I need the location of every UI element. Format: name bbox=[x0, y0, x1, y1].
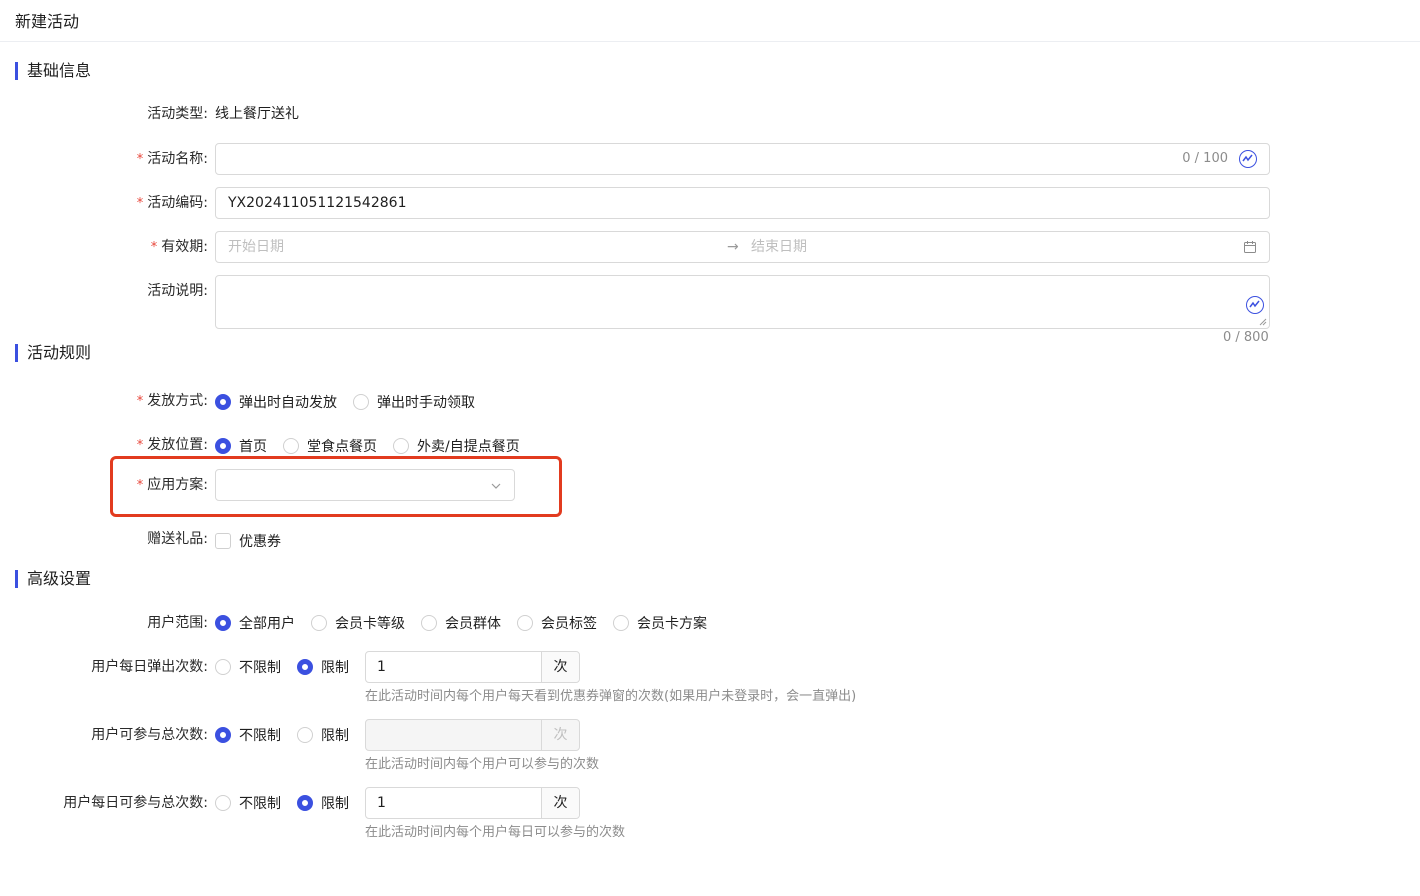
radio-home[interactable]: 首页 bbox=[215, 436, 267, 456]
daily-total-hint: 在此活动时间内每个用户每日可以参与的次数 bbox=[365, 825, 626, 840]
radio-checked-icon bbox=[215, 438, 231, 454]
radio-daily-total-limited[interactable]: 限制 bbox=[297, 793, 349, 813]
gift-label: 赠送礼品: bbox=[147, 531, 208, 547]
radio-checked-icon bbox=[215, 615, 231, 631]
radio-unchecked-icon bbox=[517, 615, 533, 631]
radio-checked-icon bbox=[297, 795, 313, 811]
description-counter: 0 / 800 bbox=[1223, 330, 1269, 345]
radio-manual-claim[interactable]: 弹出时手动领取 bbox=[353, 392, 475, 412]
radio-card-level[interactable]: 会员卡等级 bbox=[311, 613, 405, 633]
radio-member-tag[interactable]: 会员标签 bbox=[517, 613, 597, 633]
activity-name-label: * 活动名称: bbox=[136, 151, 208, 167]
calendar-icon[interactable] bbox=[1243, 240, 1257, 258]
daily-popup-radio-group: 不限制 限制 bbox=[215, 651, 365, 683]
ai-assist-icon[interactable] bbox=[1246, 296, 1264, 314]
radio-unchecked-icon bbox=[613, 615, 629, 631]
radio-checked-icon bbox=[215, 394, 231, 410]
activity-code-value: YX202411051121542861 bbox=[228, 195, 407, 211]
daily-total-count-input[interactable]: 1 次 bbox=[365, 787, 580, 819]
validity-label: * 有效期: bbox=[150, 239, 208, 255]
activity-type-value: 线上餐厅送礼 bbox=[215, 106, 299, 122]
section-title-rules: 活动规则 bbox=[15, 344, 91, 362]
daily-total-count-value: 1 bbox=[377, 795, 386, 811]
page-title: 新建活动 bbox=[15, 12, 80, 31]
activity-code-label: * 活动编码: bbox=[136, 195, 208, 211]
activity-name-input[interactable]: 0 / 100 bbox=[215, 143, 1270, 175]
daily-total-label: 用户每日可参与总次数: bbox=[63, 795, 208, 811]
daily-popup-label: 用户每日弹出次数: bbox=[91, 659, 208, 675]
date-range-picker[interactable]: 开始日期 → 结束日期 bbox=[215, 231, 1270, 263]
radio-unchecked-icon bbox=[297, 727, 313, 743]
issue-method-radio-group: 弹出时自动发放 弹出时手动领取 bbox=[215, 386, 491, 418]
total-participation-radio-group: 不限制 限制 bbox=[215, 719, 365, 751]
issue-method-label: * 发放方式: bbox=[136, 393, 208, 409]
checkbox-icon bbox=[215, 533, 231, 549]
highlight-annotation bbox=[110, 456, 562, 517]
user-scope-radio-group: 全部用户 会员卡等级 会员群体 会员标签 会员卡方案 bbox=[215, 607, 723, 639]
daily-popup-count-input[interactable]: 1 次 bbox=[365, 651, 580, 683]
resize-grip-icon[interactable] bbox=[1259, 318, 1267, 326]
radio-unchecked-icon bbox=[215, 659, 231, 675]
radio-unchecked-icon bbox=[393, 438, 409, 454]
radio-unchecked-icon bbox=[421, 615, 437, 631]
arrow-right-icon: → bbox=[727, 239, 739, 255]
radio-unchecked-icon bbox=[311, 615, 327, 631]
description-textarea[interactable] bbox=[215, 275, 1270, 329]
radio-auto-issue[interactable]: 弹出时自动发放 bbox=[215, 392, 337, 412]
radio-unchecked-icon bbox=[215, 795, 231, 811]
radio-member-group[interactable]: 会员群体 bbox=[421, 613, 501, 633]
radio-takeout[interactable]: 外卖/自提点餐页 bbox=[393, 436, 520, 456]
radio-daily-popup-unlimited[interactable]: 不限制 bbox=[215, 657, 281, 677]
total-count-value bbox=[366, 720, 541, 750]
daily-total-count-unit: 次 bbox=[541, 788, 579, 818]
activity-name-counter: 0 / 100 bbox=[1182, 151, 1228, 166]
total-count-input[interactable]: 次 bbox=[365, 719, 580, 751]
start-date-input[interactable]: 开始日期 bbox=[228, 232, 284, 262]
page-header: 新建活动 bbox=[0, 0, 1420, 42]
checkbox-coupon[interactable]: 优惠券 bbox=[215, 531, 281, 551]
activity-code-input[interactable]: YX202411051121542861 bbox=[215, 187, 1270, 219]
total-count-unit: 次 bbox=[541, 720, 579, 750]
radio-card-scheme[interactable]: 会员卡方案 bbox=[613, 613, 707, 633]
radio-daily-total-unlimited[interactable]: 不限制 bbox=[215, 793, 281, 813]
radio-total-limited[interactable]: 限制 bbox=[297, 725, 349, 745]
radio-total-unlimited[interactable]: 不限制 bbox=[215, 725, 281, 745]
radio-all-users[interactable]: 全部用户 bbox=[215, 613, 295, 633]
radio-daily-popup-limited[interactable]: 限制 bbox=[297, 657, 349, 677]
end-date-input[interactable]: 结束日期 bbox=[751, 232, 807, 262]
section-title-basic: 基础信息 bbox=[15, 62, 91, 80]
radio-checked-icon bbox=[215, 727, 231, 743]
total-participation-hint: 在此活动时间内每个用户可以参与的次数 bbox=[365, 757, 600, 772]
daily-total-radio-group: 不限制 限制 bbox=[215, 787, 365, 819]
ai-assist-icon[interactable] bbox=[1239, 150, 1257, 168]
radio-unchecked-icon bbox=[283, 438, 299, 454]
radio-unchecked-icon bbox=[353, 394, 369, 410]
total-participation-label: 用户可参与总次数: bbox=[91, 727, 208, 743]
section-title-advanced: 高级设置 bbox=[15, 570, 91, 588]
description-label: 活动说明: bbox=[147, 283, 208, 299]
gift-checkbox-group: 优惠券 bbox=[215, 525, 297, 557]
daily-popup-unit: 次 bbox=[541, 652, 579, 682]
daily-popup-hint: 在此活动时间内每个用户每天看到优惠券弹窗的次数(如果用户未登录时，会一直弹出) bbox=[365, 689, 857, 704]
daily-popup-count-value: 1 bbox=[377, 659, 386, 675]
user-scope-label: 用户范围: bbox=[147, 615, 208, 631]
activity-type-label: 活动类型: bbox=[147, 106, 208, 122]
radio-checked-icon bbox=[297, 659, 313, 675]
radio-dine-in[interactable]: 堂食点餐页 bbox=[283, 436, 377, 456]
